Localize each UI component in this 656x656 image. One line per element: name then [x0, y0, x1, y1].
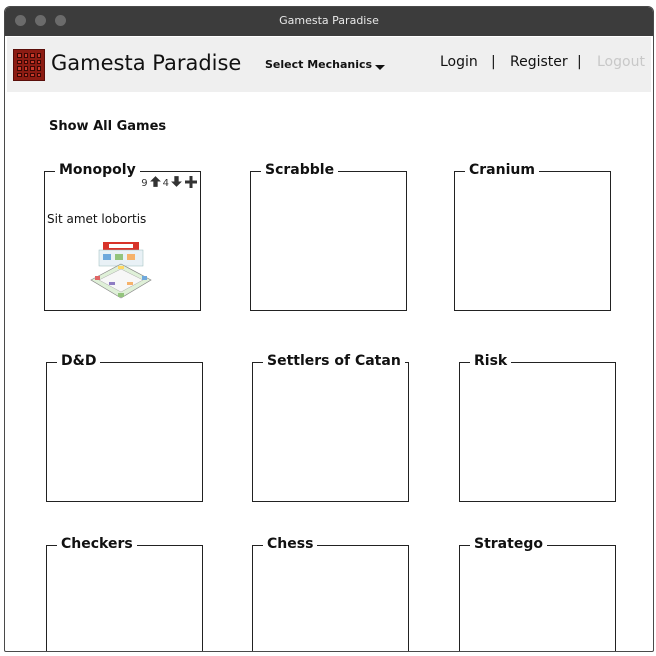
game-title[interactable]: Settlers of Catan	[263, 353, 405, 369]
game-title[interactable]: Scrabble	[261, 162, 339, 178]
navbar: Gamesta Paradise Select Mechanics Login …	[7, 37, 651, 92]
game-title[interactable]: Risk	[470, 353, 512, 369]
arrow-down-icon[interactable]	[170, 175, 183, 191]
game-card[interactable]: Cranium	[454, 162, 611, 311]
game-description: Sit amet lobortis	[47, 212, 147, 226]
game-card[interactable]: D&D	[46, 353, 203, 502]
vote-controls: 9 4	[141, 175, 198, 191]
game-card[interactable]: Stratego	[459, 536, 616, 651]
game-card[interactable]: Chess	[252, 536, 409, 651]
game-title[interactable]: Chess	[263, 536, 318, 552]
window-title: Gamesta Paradise	[279, 14, 379, 27]
brand-name[interactable]: Gamesta Paradise	[51, 51, 241, 75]
upvote-count: 9	[141, 177, 148, 189]
downvote-count: 4	[162, 177, 169, 189]
game-card[interactable]: Checkers	[46, 536, 203, 651]
chevron-down-icon[interactable]	[375, 65, 385, 70]
game-card[interactable]: Risk	[459, 353, 616, 502]
brand-logo-icon[interactable]	[13, 49, 45, 81]
game-card[interactable]: Settlers of Catan	[252, 353, 409, 502]
plus-icon[interactable]	[185, 175, 197, 191]
login-link[interactable]: Login	[440, 54, 478, 70]
nav-separator: |	[577, 54, 582, 70]
app-window: Gamesta Paradise Gamesta Paradise Select…	[4, 6, 654, 652]
logout-link[interactable]: Logout	[597, 54, 645, 70]
show-all-games-link[interactable]: Show All Games	[49, 119, 166, 134]
game-title[interactable]: Checkers	[57, 536, 137, 552]
arrow-up-icon[interactable]	[149, 175, 162, 191]
window-titlebar: Gamesta Paradise	[5, 7, 653, 36]
game-title[interactable]: Monopoly	[55, 162, 140, 178]
game-card[interactable]: Monopoly 9 4 Sit amet lobortis	[44, 162, 201, 311]
game-title[interactable]: D&D	[57, 353, 101, 369]
register-link[interactable]: Register	[510, 54, 568, 70]
nav-separator: |	[491, 54, 496, 70]
select-mechanics-dropdown[interactable]: Select Mechanics	[265, 58, 372, 71]
game-thumbnail[interactable]	[89, 242, 153, 304]
game-title[interactable]: Stratego	[470, 536, 547, 552]
game-title[interactable]: Cranium	[465, 162, 539, 178]
game-card[interactable]: Scrabble	[250, 162, 407, 311]
